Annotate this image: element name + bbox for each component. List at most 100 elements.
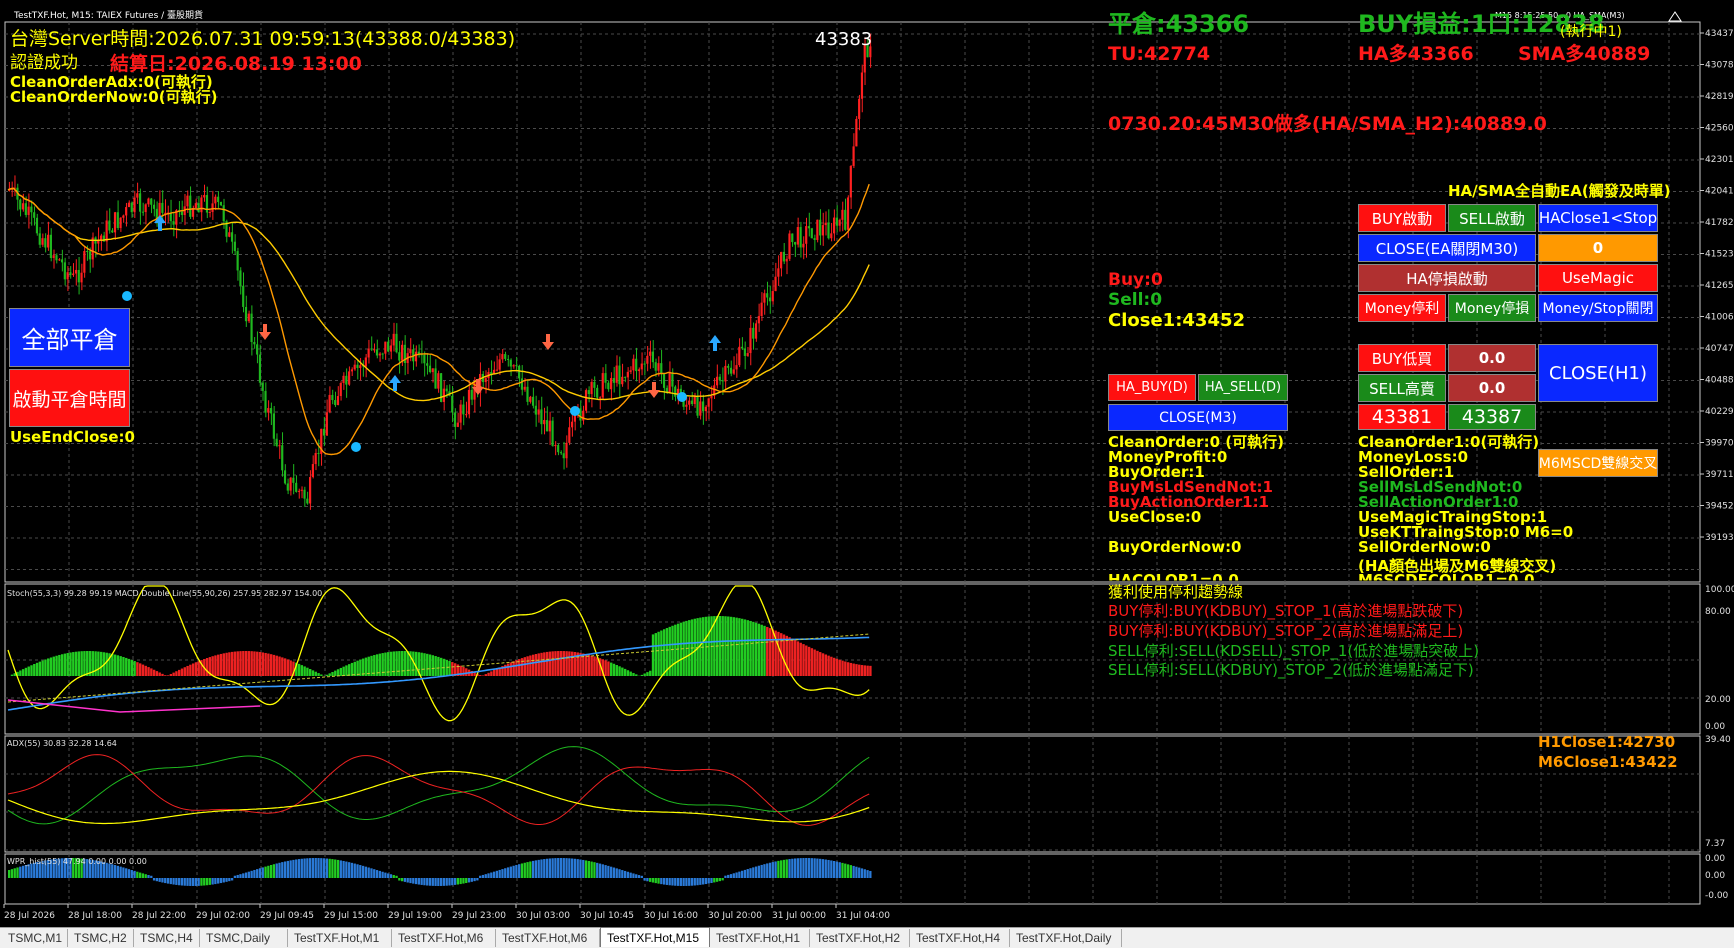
- price-axis-label: 39711: [1705, 470, 1734, 480]
- candle-body: [451, 396, 453, 413]
- chart-tab[interactable]: TSMC,H2: [68, 929, 134, 947]
- candle-body: [805, 226, 807, 244]
- chart-tab[interactable]: TestTXF.Hot,H1: [710, 929, 810, 947]
- macd-histogram-bar: [677, 624, 679, 676]
- candle-body: [61, 259, 63, 262]
- sell-high-input[interactable]: 0.0: [1448, 374, 1536, 402]
- money-stop-button[interactable]: Money停損: [1448, 294, 1536, 322]
- wpr-bar: [560, 858, 562, 878]
- macd-histogram-bar: [53, 657, 55, 676]
- macd-histogram-bar: [69, 653, 71, 676]
- candle-body: [669, 372, 671, 392]
- ha-buy-button[interactable]: HA_BUY(D): [1108, 374, 1196, 401]
- macd-histogram-bar: [281, 657, 283, 676]
- macd-histogram-bar: [407, 651, 409, 676]
- macd-histogram-bar: [186, 666, 188, 676]
- wpr-bar: [677, 878, 679, 886]
- close-m3-button[interactable]: CLOSE(M3): [1108, 404, 1288, 431]
- zero-value-field[interactable]: 0: [1538, 234, 1658, 262]
- candle-body: [365, 357, 367, 366]
- close-ea-button[interactable]: CLOSE(EA關閉M30): [1358, 234, 1536, 262]
- wpr-bar: [264, 867, 266, 878]
- candle-body: [256, 344, 258, 354]
- h1-close: H1Close1:42730: [1538, 735, 1675, 750]
- chart-tab[interactable]: TestTXF.Hot,M6: [496, 929, 600, 947]
- macd-histogram-bar: [139, 663, 141, 676]
- candle-body: [354, 365, 356, 370]
- candle-body: [719, 377, 721, 380]
- close-h1-button[interactable]: CLOSE(H1): [1538, 344, 1658, 402]
- haclose-stop-button[interactable]: HAClose1<Stop: [1538, 204, 1658, 232]
- money-close-button[interactable]: Money/Stop關閉: [1538, 294, 1658, 322]
- start-close-time-button[interactable]: 啟動平倉時間: [9, 369, 130, 427]
- sell-high-button[interactable]: SELL高賣: [1358, 374, 1446, 402]
- close-price: 平倉:43366: [1108, 12, 1249, 36]
- wpr-label: WPR_hist(55) 47.94 0.00 0.00 0.00: [7, 857, 147, 866]
- macd-histogram-bar: [356, 661, 358, 676]
- candle-body: [317, 453, 319, 454]
- m6mscd-button[interactable]: M6MSCD雙線交叉: [1538, 449, 1658, 477]
- candle-body: [761, 303, 763, 316]
- candle-body: [381, 354, 383, 355]
- chart-area[interactable]: 4343743078428194256042301420414178241523…: [0, 0, 1734, 947]
- macd-histogram-bar: [800, 643, 802, 676]
- wpr-bar: [133, 871, 135, 878]
- wpr-bar: [420, 878, 422, 885]
- wpr-bar: [574, 859, 576, 878]
- buy-low-input[interactable]: 0.0: [1448, 344, 1536, 372]
- price-axis-label: 39193: [1705, 533, 1734, 543]
- candle-body: [348, 371, 350, 384]
- chart-tab[interactable]: TSMC,M1: [2, 929, 68, 947]
- macd-histogram-bar: [766, 627, 768, 676]
- chart-tab[interactable]: TestTXF.Hot,H4: [910, 929, 1010, 947]
- macd-histogram-bar: [156, 671, 158, 676]
- chart-tab[interactable]: TestTXF.Hot,M15: [600, 927, 710, 947]
- wpr-bar: [11, 869, 13, 878]
- chart-tab[interactable]: TestTXF.Hot,Daily: [1010, 929, 1122, 947]
- wpr-bar: [825, 860, 827, 878]
- wpr-bar: [434, 878, 436, 886]
- candle-body: [390, 345, 392, 351]
- candle-body: [393, 334, 395, 346]
- candle-body: [844, 210, 846, 230]
- candle-body: [621, 377, 623, 384]
- sell-start-button[interactable]: SELL啟動: [1448, 204, 1536, 232]
- chart-tab[interactable]: TestTXF.Hot,M1: [288, 929, 392, 947]
- wpr-bar: [407, 878, 409, 883]
- close-all-button[interactable]: 全部平倉: [9, 308, 130, 367]
- candle-body: [387, 342, 389, 352]
- macd-histogram-bar: [298, 664, 300, 676]
- wpr-bar: [395, 876, 397, 878]
- use-magic-button[interactable]: UseMagic: [1538, 264, 1658, 292]
- close1-value: Close1:43452: [1108, 312, 1245, 330]
- candle-body: [802, 244, 804, 248]
- price-axis-label: 42560: [1705, 124, 1734, 134]
- ha-sell-button[interactable]: HA_SELL(D): [1198, 374, 1288, 401]
- chart-tab[interactable]: TSMC,H4: [134, 929, 200, 947]
- buy-start-button[interactable]: BUY啟動: [1358, 204, 1446, 232]
- wpr-bar: [761, 865, 763, 878]
- candle-body: [521, 378, 523, 389]
- wpr-bar: [749, 868, 751, 878]
- candle-body: [398, 352, 400, 360]
- candle-body: [25, 203, 27, 215]
- macd-histogram-bar: [248, 651, 250, 676]
- wpr-bar: [415, 878, 417, 884]
- ha-stop-button[interactable]: HA停損啟動: [1358, 264, 1536, 292]
- candle-body: [535, 406, 537, 415]
- chart-tab[interactable]: TestTXF.Hot,M6: [392, 929, 496, 947]
- candle-body: [819, 220, 821, 236]
- macd-histogram-bar: [747, 620, 749, 676]
- buy-low-button[interactable]: BUY低買: [1358, 344, 1446, 372]
- money-profit-button[interactable]: Money停利: [1358, 294, 1446, 322]
- macd-histogram-bar: [78, 651, 80, 676]
- time-axis-label: 30 Jul 20:00: [708, 911, 762, 921]
- chart-tab[interactable]: TSMC,Daily: [200, 929, 288, 947]
- candle-body: [794, 242, 796, 245]
- candle-body: [111, 230, 113, 232]
- chart-tab[interactable]: TestTXF.Hot,H2: [810, 929, 910, 947]
- macd-histogram-bar: [429, 654, 431, 676]
- candle-body: [660, 363, 662, 373]
- candle-body: [55, 255, 57, 260]
- candle-body: [189, 196, 191, 217]
